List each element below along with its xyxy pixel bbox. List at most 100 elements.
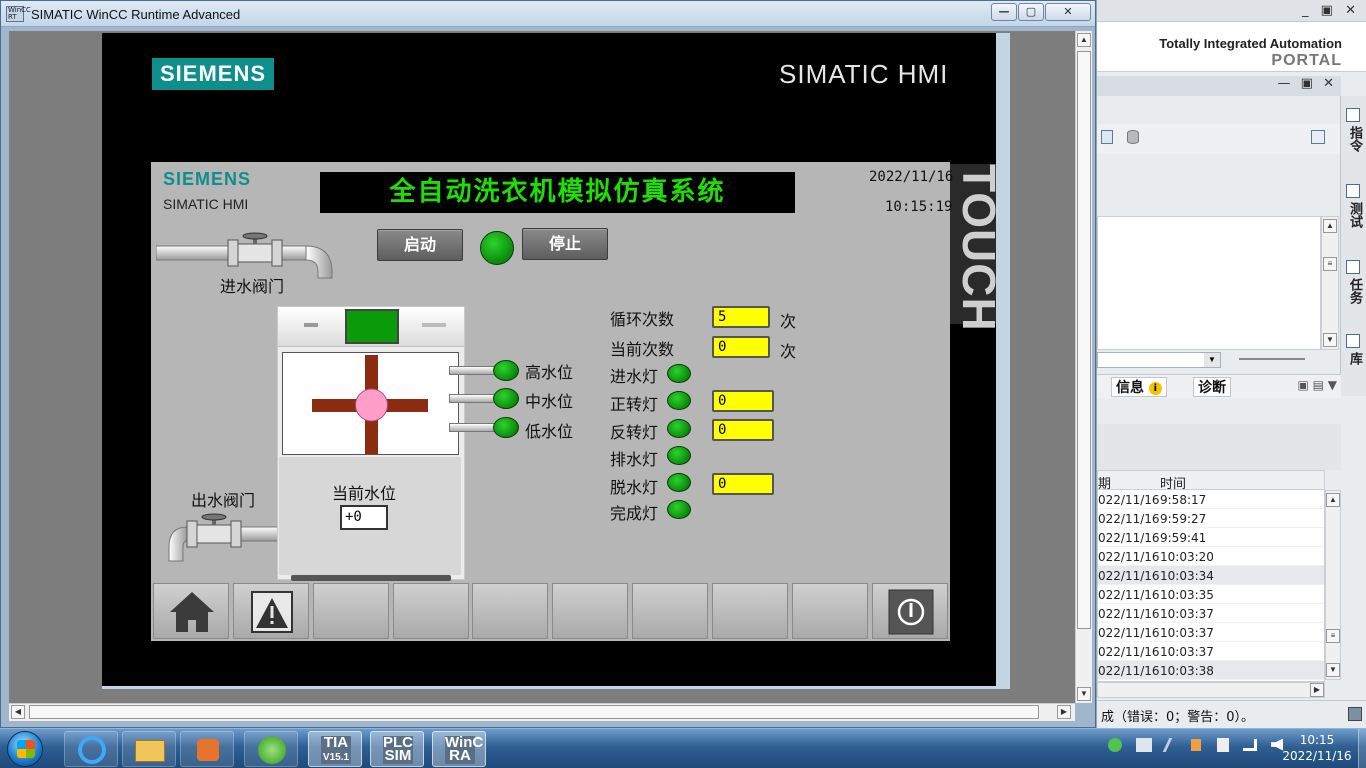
forward-timer-field[interactable]: 0 — [712, 390, 774, 412]
scroll-down-icon[interactable]: ▼ — [1323, 333, 1337, 347]
scroll-right-icon[interactable]: ▶ — [1310, 683, 1324, 697]
tasks-pane-toolbar — [1097, 124, 1341, 154]
log-row[interactable]: 022/11/16 10:03:37 — [1098, 642, 1324, 661]
tasks-icon[interactable] — [1346, 260, 1360, 274]
cycles-input[interactable]: 5 — [712, 306, 770, 328]
function-key-6[interactable] — [552, 583, 628, 639]
function-key-4[interactable] — [393, 583, 469, 639]
start-button[interactable] — [7, 731, 43, 767]
log-row[interactable]: 022/11/16 10:03:35 — [1098, 585, 1324, 604]
spin-timer-field[interactable]: 0 — [712, 473, 774, 495]
scroll-up-icon[interactable]: ▲ — [1323, 219, 1337, 233]
status-save-icon[interactable] — [1348, 707, 1362, 721]
toolbar-settings-icon[interactable] — [1311, 130, 1325, 144]
current-count-field[interactable]: 0 — [712, 336, 770, 358]
tab-testing[interactable]: 测试 — [1344, 202, 1364, 228]
network-status-icon[interactable] — [1108, 737, 1122, 752]
log-row[interactable]: 022/11/16 10:03:34 — [1098, 566, 1324, 585]
function-key-3[interactable] — [313, 583, 389, 639]
close-button[interactable]: ✕ — [1045, 3, 1091, 21]
stop-button[interactable]: 停止 — [522, 228, 608, 260]
inspector-window-controls[interactable]: ▣ ▤ ▼ — [1297, 378, 1337, 392]
function-key-8[interactable] — [712, 583, 788, 639]
forward-light-lamp — [667, 391, 691, 410]
scroll-down-icon[interactable]: ▼ — [1326, 663, 1340, 677]
taskbar-explorer[interactable] — [122, 731, 176, 767]
pane-controls[interactable]: — ▣ ✕ — [1278, 76, 1337, 91]
zoom-slider[interactable] — [1239, 358, 1305, 360]
log-row[interactable]: 022/11/16 9:59:41 — [1098, 528, 1324, 547]
outlet-valve-pipe[interactable] — [165, 513, 281, 563]
log-scrollbar[interactable]: ▲ ≡ ▼ — [1325, 490, 1341, 680]
tia-window-controls[interactable]: _ ▣ ✕ — [1302, 3, 1360, 18]
taskbar-media[interactable] — [180, 731, 234, 767]
tasks-dropdown[interactable]: ▼ — [1097, 352, 1221, 368]
scroll-right-icon[interactable]: ▶ — [1057, 705, 1071, 719]
log-row[interactable]: 022/11/16 10:03:20 — [1098, 547, 1324, 566]
cycles-unit: 次 — [780, 312, 797, 331]
taskbar-update[interactable] — [244, 731, 298, 767]
plane-icon[interactable] — [1162, 737, 1183, 752]
log-row-time: 10:03:34 — [1160, 569, 1214, 583]
alarm-button[interactable] — [233, 583, 309, 639]
instructions-icon[interactable] — [1346, 108, 1360, 122]
device-icon[interactable] — [1217, 737, 1230, 752]
log-row-date: 022/11/16 — [1098, 493, 1160, 507]
function-key-7[interactable] — [632, 583, 708, 639]
inlet-light-lamp — [667, 364, 691, 383]
library-icon[interactable] — [1346, 334, 1360, 348]
desktop: _ ▣ ✕ Totally Integrated Automation PORT… — [0, 0, 1366, 768]
taskbar-ie[interactable] — [64, 731, 118, 767]
taskbar-wincc-runtime[interactable]: WinC RA — [432, 731, 486, 767]
signal-icon[interactable] — [1243, 738, 1258, 751]
tab-info[interactable]: 信息 i — [1111, 377, 1167, 397]
log-row[interactable]: 022/11/16 10:03:37 — [1098, 604, 1324, 623]
scroll-thumb[interactable] — [29, 705, 1039, 719]
log-row[interactable]: 022/11/16 9:59:27 — [1098, 509, 1324, 528]
start-button[interactable]: 启动 — [377, 229, 463, 261]
wincc-vertical-scrollbar[interactable]: ▲ ▼ — [1075, 31, 1092, 703]
maximize-button[interactable]: ▢ — [1018, 3, 1044, 21]
scroll-up-icon[interactable]: ▲ — [1077, 33, 1091, 47]
taskbar-plcsim[interactable]: PLC SIM — [370, 731, 424, 767]
function-key-5[interactable] — [472, 583, 548, 639]
tab-libraries[interactable]: 库 — [1344, 352, 1364, 365]
chevron-down-icon[interactable]: ▼ — [1204, 353, 1220, 367]
current-level-field[interactable]: +0 — [340, 505, 388, 530]
log-row[interactable]: 022/11/16 9:58:17 — [1098, 490, 1324, 509]
mid-level-lamp — [493, 388, 519, 409]
log-horizontal-scrollbar[interactable]: ▶ — [1097, 682, 1325, 698]
run-indicator-lamp — [480, 231, 514, 265]
outlet-valve-label: 出水阀门 — [191, 491, 256, 510]
tasks-pane-scrollbar[interactable]: ▲ ≡ ▼ — [1321, 216, 1339, 350]
home-button[interactable] — [153, 583, 229, 639]
function-key-9[interactable] — [792, 583, 868, 639]
tia-title-bar: _ ▣ ✕ — [1097, 0, 1366, 22]
log-row-date: 022/11/16 — [1098, 569, 1160, 583]
exit-runtime-button[interactable] — [872, 583, 948, 639]
scroll-up-icon[interactable]: ▲ — [1326, 493, 1340, 507]
scroll-grip-icon[interactable] — [1077, 51, 1091, 629]
diagnostics-tab-label: 诊断 — [1198, 380, 1226, 396]
testing-icon[interactable] — [1346, 184, 1360, 198]
log-row[interactable]: 022/11/16 10:03:38 — [1098, 661, 1324, 680]
forward-light-label: 正转灯 — [610, 395, 659, 414]
tab-instructions[interactable]: 指令 — [1344, 126, 1364, 152]
show-desktop-button[interactable] — [1358, 729, 1366, 768]
scroll-down-icon[interactable]: ▼ — [1077, 687, 1091, 701]
tab-diagnostics[interactable]: 诊断 — [1193, 377, 1231, 397]
license-manager-icon[interactable] — [1135, 737, 1152, 752]
toolbar-run-icon[interactable] — [1101, 130, 1113, 144]
minimize-button[interactable]: — — [991, 3, 1017, 21]
scroll-left-icon[interactable]: ◀ — [11, 705, 25, 719]
reverse-timer-field[interactable]: 0 — [712, 419, 774, 441]
tab-tasks[interactable]: 任务 — [1344, 278, 1364, 304]
scroll-grip-icon[interactable]: ≡ — [1323, 257, 1337, 271]
log-row[interactable]: 022/11/16 10:03:37 — [1098, 623, 1324, 642]
scroll-grip-icon[interactable]: ≡ — [1326, 629, 1340, 643]
toolbar-db-icon[interactable] — [1127, 130, 1139, 144]
taskbar-tia-portal[interactable]: TIA V15.1 — [308, 731, 362, 767]
system-clock[interactable]: 10:15 2022/11/16 — [1276, 732, 1358, 764]
wincc-horizontal-scrollbar[interactable]: ◀ ▶ — [9, 703, 1075, 721]
speaker-muted-icon[interactable] — [1191, 738, 1202, 751]
